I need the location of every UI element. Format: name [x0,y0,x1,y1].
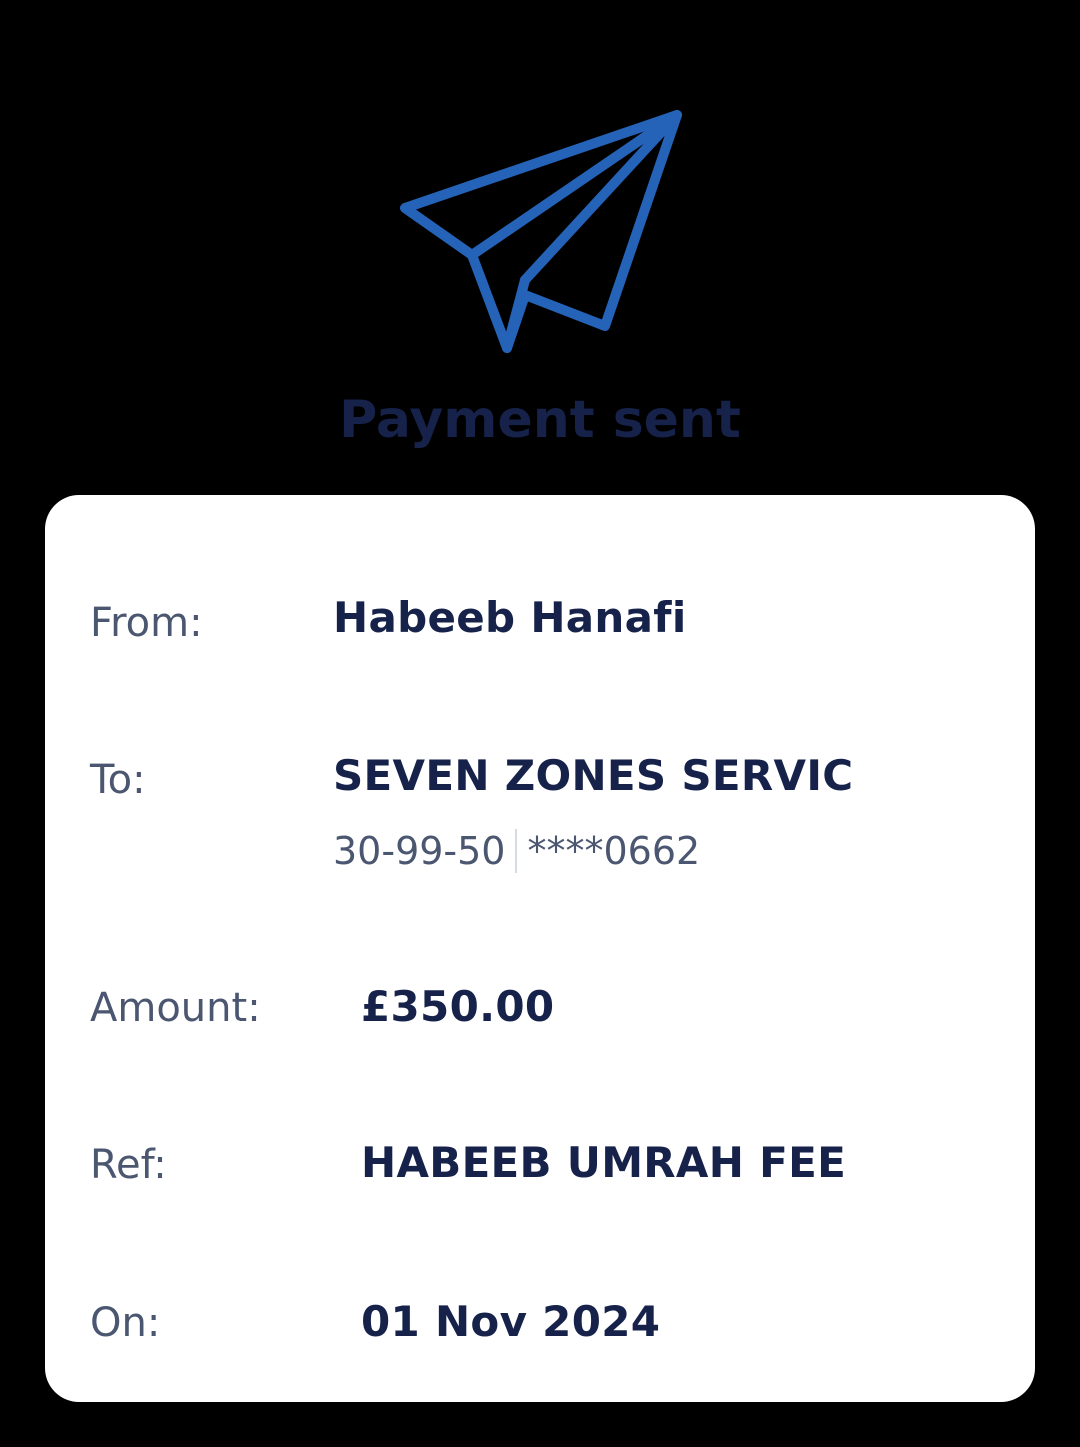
on-label: On: [90,1300,161,1346]
amount-label: Amount: [90,985,261,1031]
account-divider [515,829,518,873]
ref-label: Ref: [90,1142,167,1188]
from-label: From: [90,600,203,646]
ref-value: HABEEB UMRAH FEE [361,1138,847,1187]
to-label: To: [90,757,146,803]
on-value: 01 Nov 2024 [361,1297,661,1346]
page-title: Payment sent [339,390,741,450]
account-details: 30-99-50 ****0662 [333,828,700,874]
paper-plane-icon [395,105,690,360]
from-value: Habeeb Hanafi [333,593,687,642]
amount-value: £350.00 [361,982,555,1031]
to-value: SEVEN ZONES SERVIC [333,751,854,800]
account-number: ****0662 [527,829,701,873]
payment-details-card: From: Habeeb Hanafi To: SEVEN ZONES SERV… [45,495,1035,1402]
sort-code: 30-99-50 [333,829,506,873]
